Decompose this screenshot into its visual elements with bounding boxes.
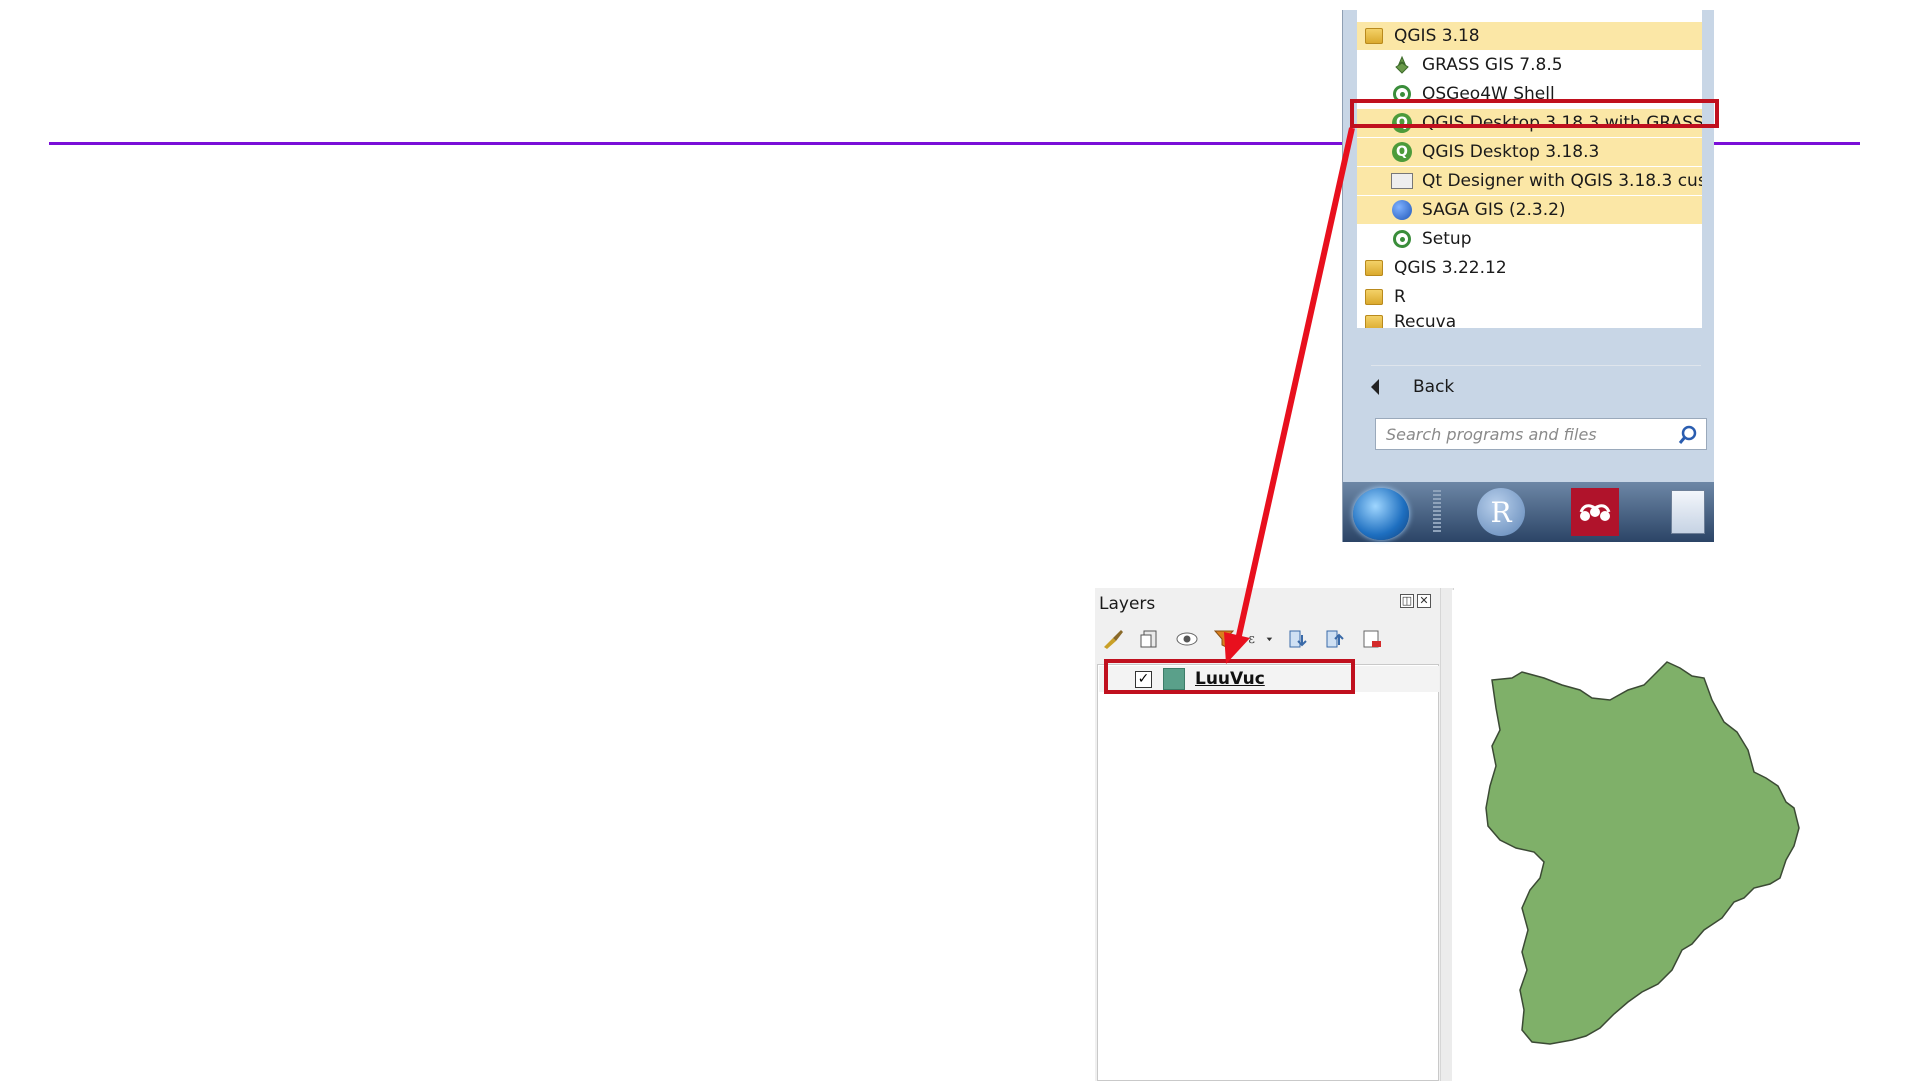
back-button[interactable]: Back — [1363, 370, 1693, 404]
menu-folder-qgis-3-18[interactable]: QGIS 3.18 — [1357, 22, 1702, 50]
folder-icon — [1363, 286, 1385, 308]
layer-highlight-box — [1104, 659, 1355, 694]
open-layer-styling-icon[interactable] — [1099, 625, 1127, 653]
panel-window-controls: ◫ ✕ — [1400, 594, 1431, 608]
qt-designer-icon — [1391, 170, 1413, 192]
menu-item-qgis-desktop[interactable]: Q QGIS Desktop 3.18.3 — [1357, 138, 1702, 166]
qgis-menu-highlight-box — [1350, 99, 1719, 128]
qgis-icon: Q — [1391, 141, 1413, 163]
close-panel-icon[interactable]: ✕ — [1417, 594, 1431, 608]
layers-toolbar: ε — [1099, 624, 1386, 654]
manage-map-themes-icon[interactable] — [1173, 625, 1201, 653]
remove-layer-icon[interactable] — [1358, 625, 1386, 653]
start-search-box[interactable] — [1375, 418, 1707, 450]
start-menu: QGIS 3.18 GRASS GIS 7.8.5 OSGeo4W Shell … — [1342, 10, 1714, 542]
mendeley-icon[interactable] — [1571, 488, 1619, 536]
taskbar: R — [1343, 482, 1714, 542]
menu-folder-recuva[interactable]: Recuva — [1357, 312, 1702, 328]
search-icon[interactable] — [1678, 425, 1698, 449]
add-group-icon[interactable] — [1136, 625, 1164, 653]
search-input[interactable] — [1376, 424, 1676, 444]
map-canvas[interactable] — [1452, 590, 1875, 1081]
filter-legend-icon[interactable] — [1210, 625, 1238, 653]
filter-by-expression-icon[interactable]: ε — [1247, 625, 1275, 653]
folder-icon — [1363, 25, 1385, 47]
menu-item-qt-designer[interactable]: Qt Designer with QGIS 3.18.3 custom — [1357, 167, 1702, 195]
panel-title: Layers — [1099, 594, 1156, 614]
float-panel-icon[interactable]: ◫ — [1400, 594, 1414, 608]
menu-folder-r[interactable]: R — [1357, 283, 1702, 311]
folder-icon — [1363, 312, 1385, 328]
layer-tree: ✓ LuuVuc — [1097, 664, 1439, 1081]
watershed-polygon — [1485, 661, 1800, 1045]
collapse-all-icon[interactable] — [1321, 625, 1349, 653]
r-icon[interactable]: R — [1477, 488, 1525, 536]
taskbar-grip — [1433, 490, 1441, 534]
osgeo-icon — [1391, 228, 1413, 250]
menu-item-saga-gis[interactable]: SAGA GIS (2.3.2) — [1357, 196, 1702, 224]
svg-text:ε: ε — [1248, 631, 1255, 646]
grass-icon — [1391, 54, 1413, 76]
calculator-icon[interactable] — [1671, 490, 1705, 534]
all-programs-list: QGIS 3.18 GRASS GIS 7.8.5 OSGeo4W Shell … — [1357, 10, 1702, 328]
windows-start-orb-icon[interactable] — [1353, 488, 1409, 540]
back-arrow-icon — [1371, 379, 1379, 395]
menu-separator — [1371, 365, 1701, 366]
saga-icon — [1391, 199, 1413, 221]
folder-icon — [1363, 257, 1385, 279]
menu-item-setup[interactable]: Setup — [1357, 225, 1702, 253]
menu-folder-qgis-3-22[interactable]: QGIS 3.22.12 — [1357, 254, 1702, 282]
menu-item-grass-gis[interactable]: GRASS GIS 7.8.5 — [1357, 51, 1702, 79]
expand-all-icon[interactable] — [1284, 625, 1312, 653]
